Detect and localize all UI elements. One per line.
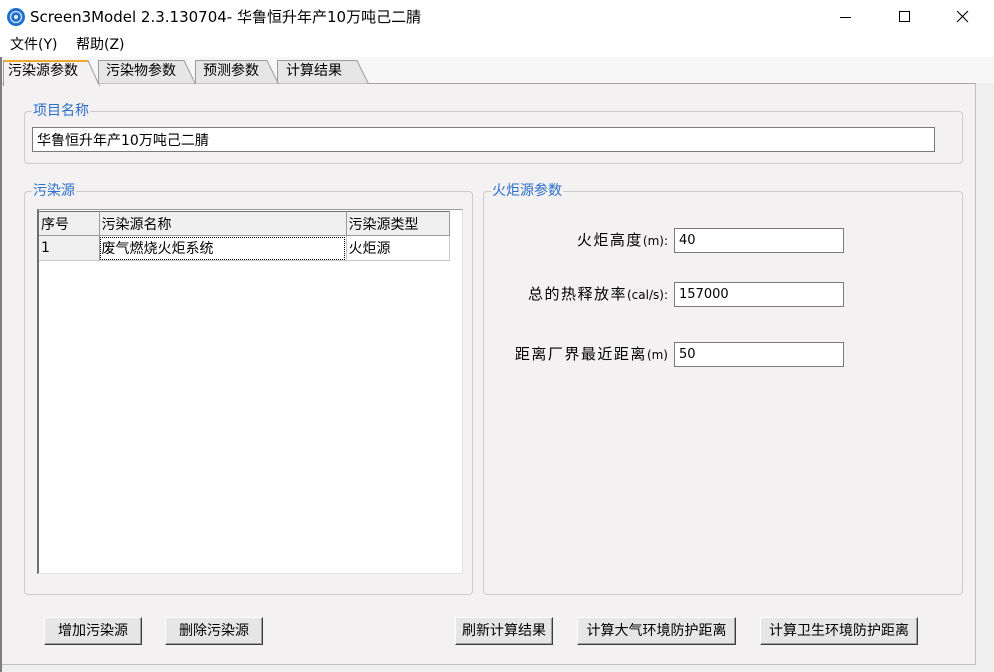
refresh-results-button[interactable]: 刷新计算结果 <box>455 617 553 645</box>
boundary-distance-row: 距离厂界最近距离(m) <box>484 342 962 367</box>
tab-bar: 计算结果 预测参数 污染物参数 污染源参数 <box>0 57 994 86</box>
heat-release-rate-row: 总的热释放率(cal/s): <box>484 282 962 307</box>
tab-pollution-source-params-label: 污染源参数 <box>8 63 78 79</box>
heat-release-rate-label: 总的热释放率(cal/s): <box>484 282 668 307</box>
project-name-group-label: 项目名称 <box>32 102 90 120</box>
flare-params-group: 火炬源参数 火炬高度(m): 总的热释放率(cal/s): 距离厂界最近距离(m… <box>483 182 963 595</box>
minimize-icon <box>840 17 851 18</box>
boundary-distance-label: 距离厂界最近距离(m) <box>484 342 668 367</box>
flare-params-group-label: 火炬源参数 <box>491 182 563 200</box>
cell-source-name[interactable]: 废气燃烧火炬系统 <box>99 235 347 261</box>
project-name-group: 项目名称 <box>24 102 963 164</box>
tab-prediction-params-label: 预测参数 <box>203 63 259 79</box>
pollution-source-grid[interactable]: 序号 污染源名称 污染源类型 1 废气燃烧火炬系统 火炬源 <box>37 209 463 574</box>
globe-icon <box>7 8 25 26</box>
menu-file[interactable]: 文件(Y) <box>10 36 57 55</box>
tab-pollutant-params-label: 污染物参数 <box>106 63 176 79</box>
window-title: Screen3Model 2.3.130704- 华鲁恒升年产10万吨己二腈 <box>30 8 422 26</box>
maximize-button[interactable] <box>881 0 927 34</box>
flare-height-label: 火炬高度(m): <box>484 228 668 253</box>
add-source-button[interactable]: 增加污染源 <box>44 617 142 645</box>
column-header-source-type[interactable]: 污染源类型 <box>346 211 450 236</box>
pollution-source-group-label: 污染源 <box>32 182 76 200</box>
maximize-icon <box>899 11 910 22</box>
boundary-distance-label-text: 距离厂界最近距离 <box>514 345 647 363</box>
flare-height-input[interactable] <box>674 228 844 253</box>
flare-height-unit: (m): <box>642 234 668 248</box>
project-name-input[interactable] <box>32 127 935 152</box>
title-bar: Screen3Model 2.3.130704- 华鲁恒升年产10万吨己二腈 <box>0 0 994 34</box>
boundary-distance-input[interactable] <box>674 342 844 367</box>
table-row[interactable]: 1 废气燃烧火炬系统 火炬源 <box>39 235 450 261</box>
window-border <box>0 57 2 672</box>
menu-bar: 文件(Y) 帮助(Z) <box>0 34 994 57</box>
flare-height-label-text: 火炬高度 <box>576 231 643 249</box>
tab-prediction-params[interactable]: 预测参数 <box>195 59 279 84</box>
heat-release-rate-label-text: 总的热释放率 <box>527 285 627 303</box>
minimize-button[interactable] <box>822 0 868 34</box>
pollution-source-group: 污染源 序号 污染源名称 污染源类型 1 废气燃烧火炬系统 火炬源 <box>24 182 473 595</box>
delete-source-button[interactable]: 删除污染源 <box>165 617 263 645</box>
heat-release-rate-unit: (cal/s): <box>627 288 668 302</box>
tab-pollutant-params[interactable]: 污染物参数 <box>98 59 196 84</box>
tab-results[interactable]: 计算结果 <box>277 59 369 84</box>
cell-index[interactable]: 1 <box>39 235 100 261</box>
column-header-index[interactable]: 序号 <box>39 211 100 236</box>
flare-height-row: 火炬高度(m): <box>484 228 962 253</box>
calc-atmospheric-distance-button[interactable]: 计算大气环境防护距离 <box>577 617 736 645</box>
close-button[interactable] <box>939 0 985 34</box>
close-icon <box>956 10 969 23</box>
tab-pollution-source-params[interactable]: 污染源参数 <box>3 59 100 86</box>
pollution-source-table: 序号 污染源名称 污染源类型 1 废气燃烧火炬系统 火炬源 <box>39 211 450 261</box>
grid-header-row: 序号 污染源名称 污染源类型 <box>39 211 450 236</box>
cell-source-type[interactable]: 火炬源 <box>346 235 450 261</box>
boundary-distance-unit: (m) <box>646 348 668 362</box>
heat-release-rate-input[interactable] <box>674 282 844 307</box>
menu-help[interactable]: 帮助(Z) <box>76 36 125 55</box>
column-header-source-name[interactable]: 污染源名称 <box>99 211 347 236</box>
calc-sanitary-distance-button[interactable]: 计算卫生环境防护距离 <box>760 617 918 645</box>
tab-results-label: 计算结果 <box>286 63 342 79</box>
tab-panel-pollution-source-params: 项目名称 污染源 序号 污染源名称 污染源类型 1 废气燃烧火炬系统 火炬 <box>0 83 976 665</box>
